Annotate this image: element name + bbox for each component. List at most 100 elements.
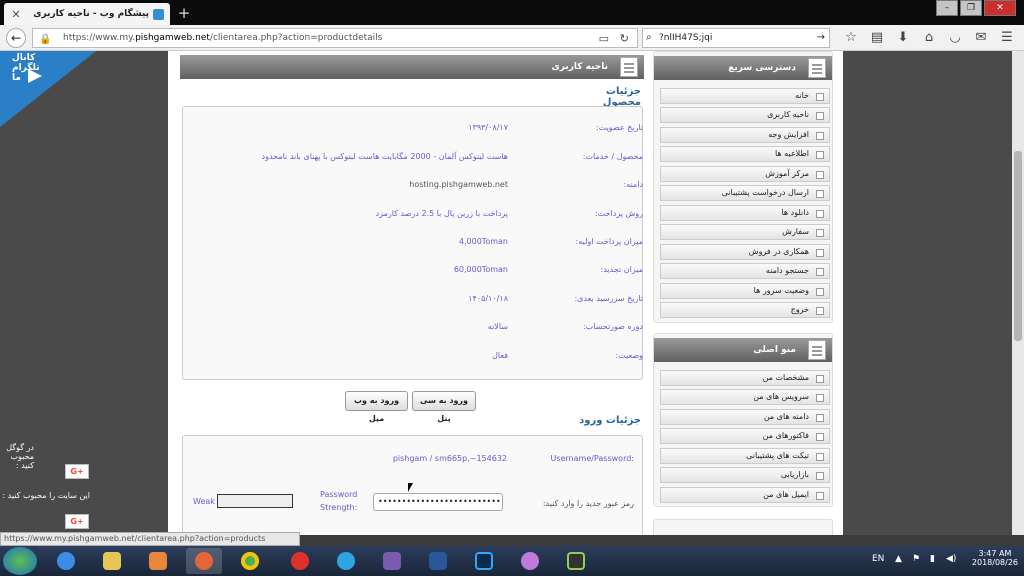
photoshop-icon[interactable] (466, 548, 502, 574)
main-item-my-details[interactable]: مشخصات من (660, 370, 830, 386)
back-button[interactable]: ← (6, 28, 26, 48)
webmail-login-button[interactable]: ورود به وب میل (345, 391, 408, 423)
quick-item-submit-ticket[interactable]: ارسال درخواست پشتیبانی (660, 185, 830, 201)
navigation-bar: ← 🔒 https://www.my.pishgamweb.net/client… (0, 25, 1024, 51)
clock[interactable]: 3:47 AM 2018/08/26 (972, 549, 1018, 567)
main-item-my-services[interactable]: سرویس های من (660, 389, 830, 405)
quick-item-add-funds[interactable]: افزایش وجه (660, 127, 830, 143)
pocket-icon[interactable]: ◡ (942, 30, 968, 45)
new-tab-icon[interactable]: + (176, 4, 192, 22)
product-details-title: جزئیات محصول (602, 86, 641, 108)
gplus-button-1[interactable]: G+ (65, 464, 89, 479)
quick-item-affiliates[interactable]: همکاری در فروش (660, 244, 830, 260)
home-icon[interactable]: ⌂ (916, 30, 942, 45)
username-value: pishgam / sm665p,~154632 (392, 454, 507, 463)
quick-item-order[interactable]: سفارش (660, 224, 830, 240)
notepad-icon (808, 58, 826, 78)
volume-icon[interactable]: ◀) (946, 554, 956, 564)
address-bar[interactable]: 🔒 https://www.my.pishgamweb.net/clientar… (32, 28, 638, 48)
main-menu-header: منو اصلی (654, 338, 832, 362)
quick-item-domain-search[interactable]: جستجو دامنه (660, 263, 830, 279)
mouse-cursor (408, 483, 413, 492)
word-icon[interactable] (420, 548, 456, 574)
bookmark-star-icon[interactable]: ☆ (838, 30, 864, 45)
toolbar-icons: ☆ ▤ ⬇ ⌂ ◡ ✉ ☰ (838, 30, 1020, 45)
quick-item-client-area[interactable]: ناحیه کاربری (660, 107, 830, 123)
search-icon: ⌕ (646, 32, 652, 43)
lock-icon: 🔒 (39, 34, 52, 45)
chrome-icon[interactable] (232, 548, 268, 574)
explorer-icon[interactable] (94, 548, 130, 574)
main-item-my-invoices[interactable]: فاکتورهای من (660, 428, 830, 444)
quick-item-server-status[interactable]: وضعیت سرور ها (660, 283, 830, 299)
close-window-icon[interactable]: ✕ (984, 0, 1016, 16)
firefox-icon[interactable] (186, 548, 222, 574)
language-indicator[interactable]: EN (872, 554, 884, 564)
reload-icon[interactable]: ↻ (620, 30, 629, 48)
quick-item-downloads[interactable]: دانلود ها (660, 205, 830, 221)
quick-item-logout[interactable]: خروج (660, 302, 830, 318)
web-content: کانال تلگرام ما در گوگل محبوب کنید : G+ … (0, 51, 1012, 535)
cpanel-login-button[interactable]: ورود به سی پنل (412, 391, 476, 423)
library-icon[interactable]: ▤ (864, 30, 890, 45)
main-item-marketing[interactable]: بازاریابی (660, 467, 830, 483)
site-like-text: این سایت را محبوب کنید : (2, 491, 90, 500)
login-details-title: جزئیات ورود (579, 415, 641, 426)
new-password-label: رمز عبور جدید را وارد کنید: (542, 499, 634, 508)
maximize-icon[interactable]: ❐ (960, 0, 982, 16)
main-item-my-domains[interactable]: دامنه های من (660, 409, 830, 425)
visual-studio-icon[interactable] (374, 548, 410, 574)
search-box[interactable]: ⌕ ?nlIH47S;jqi → (642, 28, 830, 48)
minimize-icon[interactable]: – (936, 0, 958, 16)
google-like-text: در گوگل محبوب کنید : (6, 443, 34, 470)
username-label: Username/Password: (550, 454, 634, 463)
window-controls: – ❐ ✕ (934, 0, 1016, 16)
next-panel (653, 519, 833, 535)
scrollbar-thumb[interactable] (1014, 151, 1022, 341)
row-next-due: تاریخ سررسید بعدی: ۱۴۰۵/۱۰/۱۸ (468, 294, 643, 303)
ie-icon[interactable] (48, 548, 84, 574)
telegram-banner[interactable]: کانال تلگرام ما (0, 51, 96, 127)
quick-access-panel: دسترسی سریع خانه ناحیه کاربری افزایش وجه… (653, 51, 833, 323)
tray-arrow-icon[interactable]: ▲ (895, 554, 902, 564)
new-password-input[interactable]: •••••••••••••••••••••••••••• (373, 493, 503, 511)
telegram-icon[interactable] (328, 548, 364, 574)
row-renewal: میزان تجدید: 60,000Toman (453, 265, 643, 274)
quick-item-knowledgebase[interactable]: مرکز آموزش (660, 166, 830, 182)
clock-time: 3:47 AM (978, 549, 1012, 558)
clock-date: 2018/08/26 (971, 558, 1018, 567)
quick-item-home[interactable]: خانه (660, 88, 830, 104)
close-tab-icon[interactable]: ✕ (10, 8, 22, 21)
page-scrollbar[interactable] (1012, 51, 1024, 535)
password-strength-meter (217, 494, 293, 508)
search-go-icon[interactable]: → (817, 29, 825, 47)
main-menu-panel: منو اصلی مشخصات من سرویس های من دامنه ها… (653, 333, 833, 507)
row-signup-date: تاریخ عضویت: ۱۳۹۳/۰۸/۱۷ (468, 123, 643, 132)
download-icon[interactable]: ⬇ (890, 30, 916, 45)
main-item-support-tickets[interactable]: تیکت های پشتیبانی (660, 448, 830, 464)
media-player-icon[interactable] (140, 548, 176, 574)
nox-icon[interactable] (558, 548, 594, 574)
url-path: /clientarea.php?action=productdetails (209, 33, 383, 43)
notepad-icon (620, 57, 638, 77)
flag-icon[interactable]: ⚑ (912, 554, 920, 564)
tab-bar: پیشگام وب - ناحیه کاربری ✕ + – ❐ ✕ (0, 0, 1024, 25)
menu-icon[interactable]: ☰ (994, 30, 1020, 45)
opera-icon[interactable] (282, 548, 318, 574)
row-payment-method: روش پرداخت: پرداخت با زرین پال با 2.5 درص… (375, 209, 643, 218)
start-button[interactable] (3, 547, 37, 575)
main-item-my-emails[interactable]: ایمیل های من (660, 487, 830, 503)
search-text: ?nlIH47S;jqi (659, 33, 713, 43)
browser-tab[interactable]: پیشگام وب - ناحیه کاربری ✕ (4, 3, 170, 25)
paint-icon[interactable] (512, 548, 548, 574)
quick-item-announcements[interactable]: اطلاعیه ها (660, 146, 830, 162)
chat-icon[interactable]: ✉ (968, 30, 994, 45)
row-status: وضعیت: فعال (492, 351, 643, 360)
client-area-header: ناحیه کاربری (180, 55, 644, 79)
password-strength-value: Weak (193, 497, 215, 506)
network-icon[interactable]: ▮ (930, 554, 935, 564)
tab-title: پیشگام وب - ناحیه کاربری (33, 9, 149, 19)
reader-view-icon[interactable]: ▭ (599, 30, 609, 48)
url-domain: pishgamweb.net (135, 33, 210, 43)
gplus-button-2[interactable]: G+ (65, 514, 89, 529)
